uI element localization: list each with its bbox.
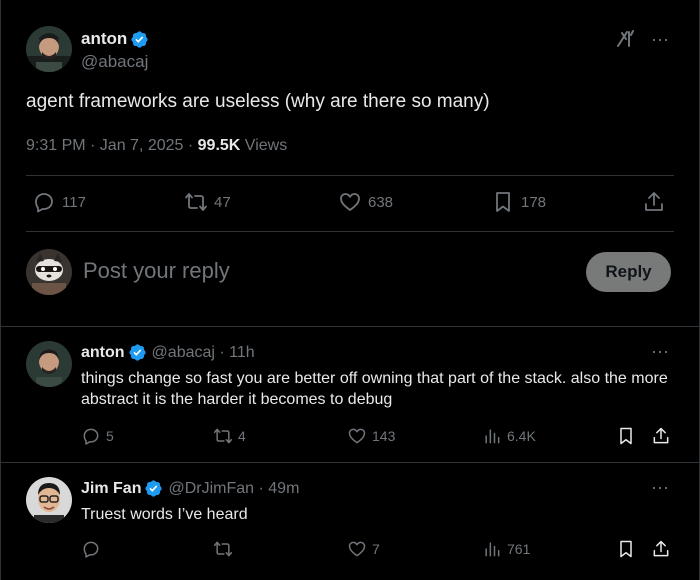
bookmark-action[interactable]	[616, 426, 641, 446]
view-count: 99.5K	[197, 137, 241, 154]
grok-icon[interactable]	[615, 28, 637, 50]
reply-button[interactable]: Reply	[586, 252, 671, 292]
repost-icon	[185, 193, 207, 211]
analytics-icon	[485, 542, 500, 557]
tweet-timestamp[interactable]: 9:31 PM · Jan 7, 2025 ·	[26, 137, 198, 154]
divider	[26, 231, 674, 232]
tweet-top-actions: ···	[615, 28, 669, 50]
bookmark-action[interactable]: 178	[491, 190, 546, 214]
like-action[interactable]: 7	[347, 539, 380, 559]
verified-badge-icon	[131, 30, 148, 48]
reply-header: anton @abacaj · 11h	[81, 343, 255, 362]
reply-icon	[35, 193, 53, 213]
like-action[interactable]: 638	[338, 190, 393, 214]
tweet-detail-view: anton @abacaj ··· agent frameworks are u…	[0, 0, 700, 580]
repost-icon	[213, 428, 233, 444]
reply-text: things change so fast you are better off…	[81, 370, 668, 408]
repost-icon	[213, 541, 233, 557]
analytics-icon	[485, 429, 500, 444]
repost-action[interactable]	[213, 539, 238, 559]
reply-icon	[83, 541, 99, 558]
share-action[interactable]	[651, 539, 676, 559]
reply-action[interactable]: 5	[81, 426, 114, 446]
views-action[interactable]: 6.4K	[482, 426, 536, 446]
share-action[interactable]	[642, 190, 672, 214]
reply-author-handle[interactable]: @DrJimFan · 49m	[168, 480, 299, 498]
reply-input[interactable]: Post your reply	[83, 258, 230, 284]
reply-action[interactable]	[81, 539, 106, 559]
views-action[interactable]: 761	[482, 539, 530, 559]
bookmark-action[interactable]	[616, 539, 641, 559]
reply-action[interactable]: 117	[32, 190, 86, 214]
more-options-button[interactable]: ···	[651, 29, 669, 50]
reply-more-button[interactable]: ···	[651, 341, 669, 362]
heart-icon	[348, 541, 366, 557]
author-handle[interactable]: @abacaj	[81, 52, 148, 72]
tweet-text: agent frameworks are useless (why are th…	[26, 91, 490, 112]
verified-badge-icon	[145, 480, 163, 497]
author-avatar[interactable]	[26, 26, 72, 72]
reply-author-handle[interactable]: @abacaj · 11h	[152, 344, 255, 362]
reply-author-avatar[interactable]	[26, 477, 72, 523]
reply-action-bar: 7 761	[81, 539, 669, 563]
heart-icon	[340, 193, 360, 211]
reply-text: Truest words I’ve heard	[81, 506, 248, 523]
share-icon	[653, 427, 669, 444]
share-icon	[653, 540, 669, 557]
bookmark-icon	[496, 192, 510, 212]
reply-header: Jim Fan @DrJimFan · 49m	[81, 479, 299, 498]
verified-badge-icon	[128, 344, 146, 361]
reply-item[interactable]: anton @abacaj · 11h ··· things change so…	[1, 327, 699, 462]
author-name[interactable]: anton	[81, 29, 149, 49]
reply-action-bar: 5 4 143 6.4K	[81, 426, 669, 450]
views-label: Views	[240, 137, 288, 154]
divider	[26, 175, 674, 176]
tweet-meta: 9:31 PM · Jan 7, 2025 · 99.5K Views	[26, 137, 287, 155]
heart-icon	[348, 428, 366, 444]
reply-item[interactable]: Jim Fan @DrJimFan · 49m ··· Truest words…	[1, 463, 699, 580]
tweet-action-bar: 117 47 638 178	[26, 190, 674, 220]
bookmark-icon	[620, 427, 632, 445]
reply-icon	[83, 428, 99, 445]
reply-author-avatar[interactable]	[26, 341, 72, 387]
bookmark-icon	[620, 540, 632, 558]
share-icon	[645, 192, 663, 211]
share-action[interactable]	[651, 426, 676, 446]
current-user-avatar[interactable]	[26, 249, 72, 295]
repost-action[interactable]: 4	[213, 426, 246, 446]
like-action[interactable]: 143	[347, 426, 395, 446]
reply-author-name[interactable]: anton	[81, 344, 125, 362]
reply-more-button[interactable]: ···	[651, 477, 669, 498]
reply-author-name[interactable]: Jim Fan	[81, 480, 141, 498]
repost-action[interactable]: 47	[184, 190, 231, 214]
